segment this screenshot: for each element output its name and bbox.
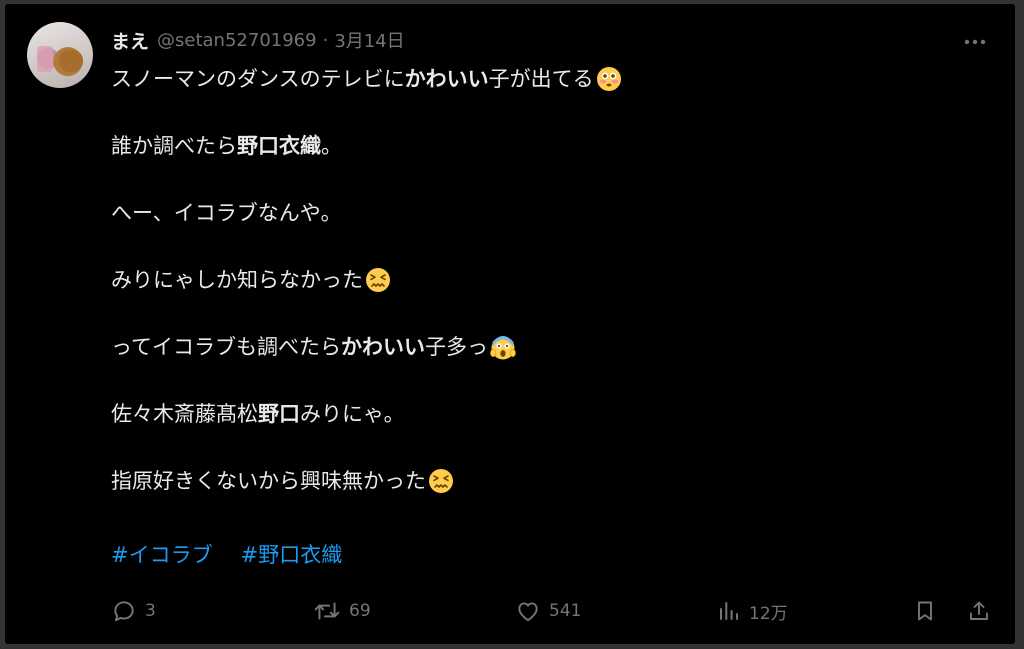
text-segment: 子が出てる xyxy=(488,67,594,91)
tweet-text: スノーマンのダンスのテレビに かわいい 子が出てる 誰か調べたら 野口衣織。へー、イコラ… xyxy=(111,62,991,531)
share-button[interactable] xyxy=(967,594,991,628)
tweet-paragraph: みりにゃしか知らなかった xyxy=(111,263,991,297)
bold-text-segment: 野口衣織 xyxy=(237,134,321,158)
tweet-header: まえ @setan52701969 · 3月14日 xyxy=(111,26,405,54)
display-name[interactable]: まえ xyxy=(111,27,149,54)
hashtag-link[interactable]: #野口衣織 xyxy=(241,538,343,572)
hashtag-link[interactable]: #イコラブ xyxy=(111,538,213,572)
avatar[interactable] xyxy=(27,22,93,88)
text-segment: 佐々木斎藤髙松 xyxy=(111,402,258,426)
tweet-paragraph: 指原好きくないから興味無かった xyxy=(111,464,991,498)
reply-count: 3 xyxy=(145,601,156,621)
like-count: 541 xyxy=(549,601,582,621)
bold-text-segment: かわいい xyxy=(340,335,425,359)
view-count: 12万 xyxy=(749,603,788,624)
bookmark-icon xyxy=(918,601,932,621)
more-options-button[interactable] xyxy=(957,30,993,54)
text-segment: みりにゃしか知らなかった xyxy=(111,268,363,292)
screaming-face-emoji xyxy=(490,334,516,360)
bold-text-segment: 野口 xyxy=(258,402,300,426)
tweet-paragraph: スノーマンのダンスのテレビに かわいい 子が出てる xyxy=(111,62,991,96)
text-segment: 誰か調べたら xyxy=(111,134,237,158)
repost-icon xyxy=(314,602,340,620)
user-handle[interactable]: @setan52701969 xyxy=(157,30,317,51)
repost-button[interactable]: 69 xyxy=(313,594,371,628)
confounded-face-emoji xyxy=(365,267,391,293)
tweet-paragraph: 誰か調べたら 野口衣織。 xyxy=(111,129,991,163)
tweet-paragraph: へー、イコラブなんや。 xyxy=(111,196,991,230)
views-button[interactable]: 12万 xyxy=(717,594,788,628)
views-chart-icon xyxy=(720,602,738,620)
text-segment: みりにゃ。 xyxy=(300,402,405,426)
text-segment: スノーマンのダンスのテレビに xyxy=(111,67,405,91)
avatar-bun-shape xyxy=(59,50,83,72)
heart-icon xyxy=(518,602,538,622)
reply-icon xyxy=(114,601,134,622)
tweet-paragraph: 佐々木斎藤髙松 野口 みりにゃ。 xyxy=(111,397,991,431)
more-dots-icon xyxy=(964,39,986,45)
avatar-jar-shape xyxy=(37,46,53,72)
reply-button[interactable]: 3 xyxy=(111,594,156,628)
share-icon xyxy=(970,601,988,620)
text-segment: 。 xyxy=(321,134,342,158)
post-date[interactable]: 3月14日 xyxy=(334,27,404,53)
confounded-face-emoji xyxy=(428,468,454,494)
text-segment: 指原好きくないから興味無かった xyxy=(111,469,426,493)
action-bar: 3 69 541 12万 xyxy=(5,594,1015,628)
hashtag-list: #イコラブ #野口衣織 xyxy=(111,538,342,572)
flushed-face-emoji xyxy=(596,66,622,92)
tweet-paragraph: ってイコラブも調べたら かわいい 子多っ xyxy=(111,330,991,364)
text-segment: ってイコラブも調べたら xyxy=(111,335,341,359)
bookmark-button[interactable] xyxy=(913,594,937,628)
bold-text-segment: かわいい xyxy=(404,67,489,91)
separator-dot: · xyxy=(322,29,329,51)
tweet-card: まえ @setan52701969 · 3月14日 スノーマンのダンスのテレビに… xyxy=(5,4,1015,644)
like-button[interactable]: 541 xyxy=(515,594,581,628)
text-segment: へー、イコラブなんや。 xyxy=(111,201,342,225)
text-segment: 子多っ xyxy=(424,335,488,359)
repost-count: 69 xyxy=(349,601,371,621)
